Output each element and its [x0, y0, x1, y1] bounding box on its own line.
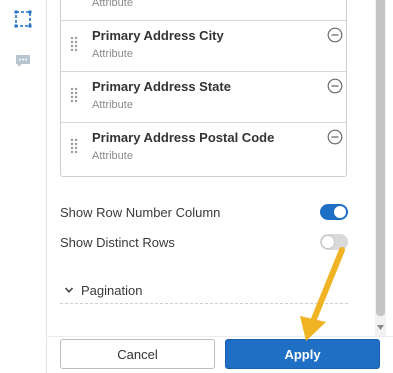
cancel-button[interactable]: Cancel [60, 339, 215, 369]
distinct-rows-label: Show Distinct Rows [60, 235, 175, 250]
field-type: Attribute [92, 48, 133, 60]
field-item[interactable]: Primary Address City Attribute [61, 21, 346, 72]
row-number-label: Show Row Number Column [60, 205, 220, 220]
drag-handle-icon[interactable] [70, 87, 78, 103]
pagination-section-header[interactable]: Pagination [60, 280, 348, 304]
remove-field-icon[interactable] [327, 129, 343, 145]
field-item[interactable]: Primary Address State Attribute [61, 72, 346, 123]
field-type: Attribute [92, 150, 133, 162]
distinct-rows-option: Show Distinct Rows [60, 232, 348, 254]
field-item[interactable]: Attribute [61, 0, 346, 21]
selected-fields-list: Attribute Primary Address City Attribute… [60, 0, 347, 177]
toggle-knob [322, 236, 334, 248]
field-type: Attribute [92, 99, 133, 111]
field-type: Attribute [92, 0, 133, 9]
comment-icon[interactable] [13, 51, 33, 71]
drag-handle-icon[interactable] [70, 138, 78, 154]
scrollbar[interactable] [375, 0, 386, 336]
chevron-down-icon [64, 285, 74, 295]
field-name: Primary Address Postal Code [92, 130, 274, 145]
row-number-option: Show Row Number Column [60, 202, 348, 224]
left-toolbar [0, 0, 47, 373]
field-name: Primary Address City [92, 28, 224, 43]
toggle-knob [334, 206, 346, 218]
remove-field-icon[interactable] [327, 78, 343, 94]
field-item[interactable]: Primary Address Postal Code Attribute [61, 123, 346, 174]
field-name: Primary Address State [92, 79, 231, 94]
row-number-toggle[interactable] [320, 204, 348, 220]
drag-handle-icon[interactable] [70, 36, 78, 52]
distinct-rows-toggle[interactable] [320, 234, 348, 250]
footer-divider [46, 336, 393, 337]
apply-button[interactable]: Apply [225, 339, 380, 369]
select-region-icon[interactable] [13, 9, 33, 29]
pagination-label: Pagination [81, 283, 142, 298]
remove-field-icon[interactable] [327, 27, 343, 43]
scrollbar-thumb[interactable] [376, 0, 385, 316]
scroll-down-arrow-icon[interactable] [377, 325, 384, 330]
